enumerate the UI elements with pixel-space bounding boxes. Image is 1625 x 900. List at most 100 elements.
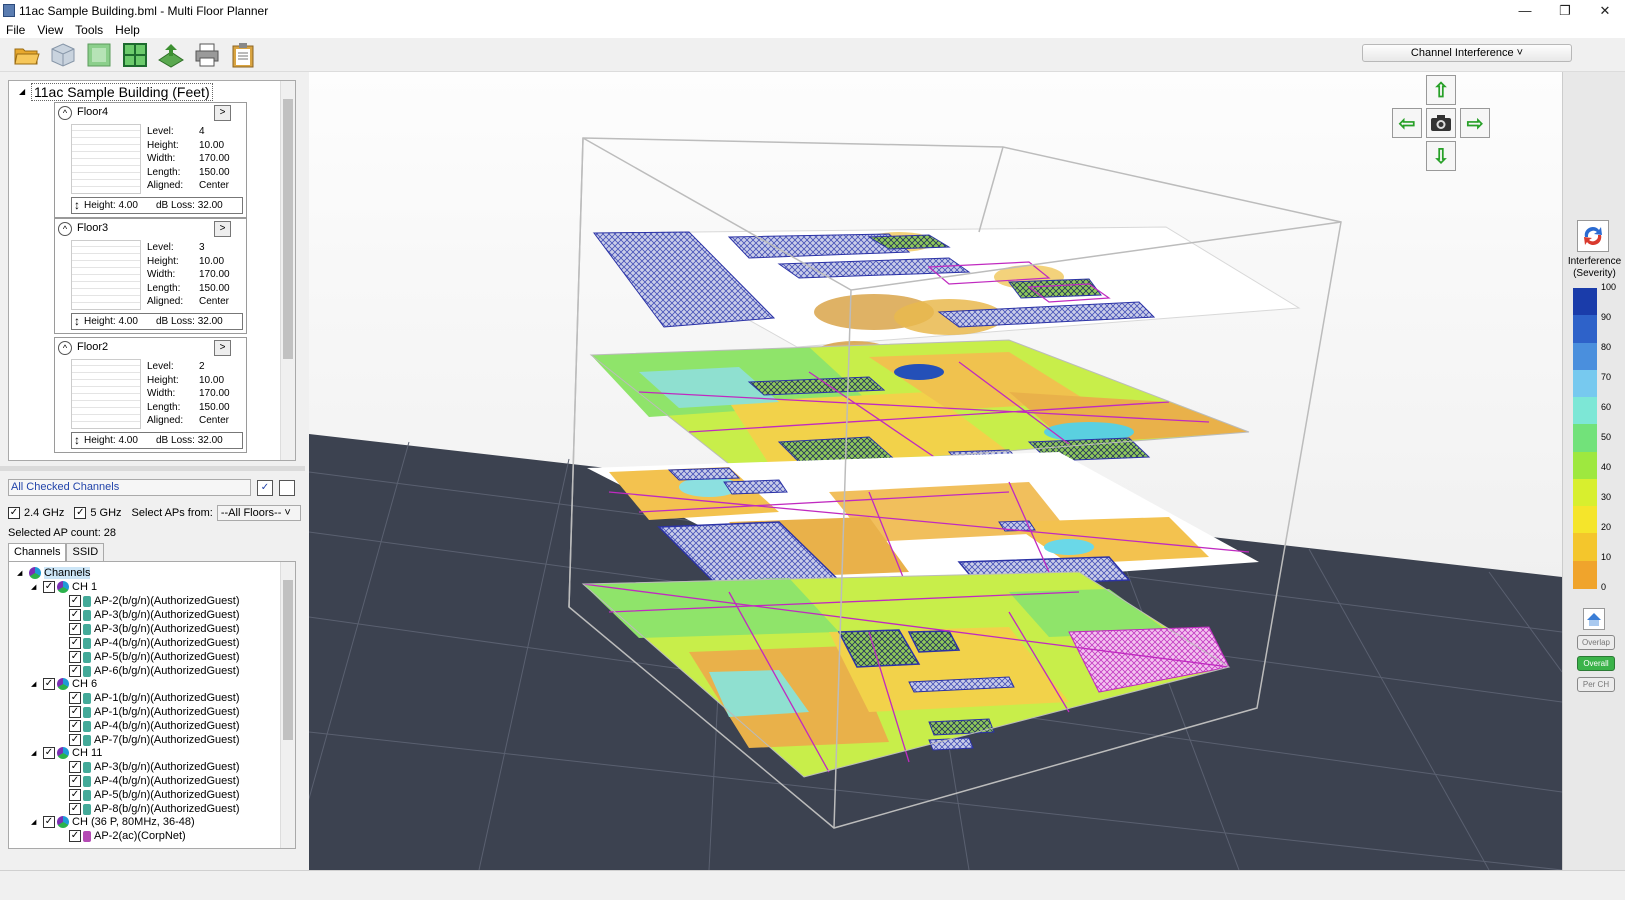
list-item[interactable]: ✓ AP-2(ac)(CorpNet) xyxy=(69,829,186,843)
goto-floor-button[interactable]: > xyxy=(214,221,231,237)
tree-group-ch1[interactable]: ◢ ✓ CH 1 xyxy=(31,580,97,594)
access-point-icon xyxy=(83,761,91,773)
access-point-icon xyxy=(83,637,91,649)
3d-viewport[interactable]: ⇧ ⇦ ⇨ ⇩ xyxy=(309,72,1562,870)
floor-card-floor2[interactable]: ^ Floor2 > Level: 2 Height: 10.00 Width: 17… xyxy=(54,337,247,453)
floor-plan-icon[interactable] xyxy=(84,40,114,70)
list-item[interactable]: ✓ AP-7(b/g/n)(AuthorizedGuest) xyxy=(69,733,240,747)
uncheck-all-button[interactable] xyxy=(279,480,295,496)
list-item[interactable]: ✓ AP-4(b/g/n)(AuthorizedGuest) xyxy=(69,719,240,733)
floor-gap-info[interactable]: ↕ Height: 4.00 dB Loss: 32.00 xyxy=(71,432,243,449)
collapse-caret-icon[interactable]: ◢ xyxy=(19,87,25,96)
floor-thumbnail xyxy=(71,359,141,429)
floor-properties: Level: 3 Height: 10.00 Width: 170.00 Length… xyxy=(147,242,230,308)
collapse-icon[interactable]: ^ xyxy=(58,341,72,355)
list-item[interactable]: ✓ AP-3(b/g/n)(AuthorizedGuest) xyxy=(69,608,240,622)
list-item[interactable]: ✓ AP-4(b/g/n)(AuthorizedGuest) xyxy=(69,774,240,788)
list-item[interactable]: ✓ AP-6(b/g/n)(AuthorizedGuest) xyxy=(69,664,240,678)
home-view-icon[interactable] xyxy=(1583,608,1605,630)
access-point-icon xyxy=(83,609,91,621)
pan-right-button[interactable]: ⇨ xyxy=(1460,108,1490,138)
collapse-icon[interactable]: ^ xyxy=(58,222,72,236)
building-title[interactable]: 11ac Sample Building (Feet) xyxy=(31,83,213,101)
clipboard-icon[interactable] xyxy=(228,40,258,70)
per-channel-button[interactable]: Per CH xyxy=(1577,677,1615,692)
floor-thumbnail xyxy=(71,124,141,194)
channel-icon xyxy=(57,816,69,828)
pan-left-button[interactable]: ⇦ xyxy=(1392,108,1422,138)
restore-button[interactable]: ❐ xyxy=(1545,0,1585,21)
close-button[interactable]: ✕ xyxy=(1585,0,1625,21)
print-icon[interactable] xyxy=(192,40,222,70)
floor-gap-info[interactable]: ↕ Height: 4.00 dB Loss: 32.00 xyxy=(71,313,243,330)
collapse-icon[interactable]: ^ xyxy=(58,106,72,120)
pan-down-button[interactable]: ⇩ xyxy=(1426,141,1456,171)
pan-up-button[interactable]: ⇧ xyxy=(1426,75,1456,105)
floor-card-floor3[interactable]: ^ Floor3 > Level: 3 Height: 10.00 Width: 17… xyxy=(54,218,247,334)
grid-layout-icon[interactable] xyxy=(120,40,150,70)
list-item[interactable]: ✓ AP-5(b/g/n)(AuthorizedGuest) xyxy=(69,650,240,664)
channel-filter-field[interactable]: All Checked Channels xyxy=(8,479,251,496)
tree-group-ch11[interactable]: ◢ ✓ CH 11 xyxy=(31,746,102,760)
list-item[interactable]: ✓ AP-8(b/g/n)(AuthorizedGuest) xyxy=(69,802,240,816)
tree-group-ch36[interactable]: ◢ ✓ CH (36 P, 80MHz, 36-48) xyxy=(31,815,195,829)
tab-strip: Channels SSID xyxy=(8,543,105,561)
floor-card-floor4[interactable]: ^ Floor4 > Level: 4 Height: 10.00 Width: 17… xyxy=(54,102,247,218)
camera-icon[interactable] xyxy=(1426,108,1456,138)
tree-group-ch6[interactable]: ◢ ✓ CH 6 xyxy=(31,677,97,691)
menu-bar: File View Tools Help xyxy=(0,21,1625,38)
goto-floor-button[interactable]: > xyxy=(214,105,231,121)
band-filter-row: ✓ 2.4 GHz ✓ 5 GHz Select APs from: --All… xyxy=(8,505,301,521)
menu-view[interactable]: View xyxy=(31,23,69,37)
channel-icon xyxy=(57,678,69,690)
vertical-arrow-icon: ↕ xyxy=(74,433,80,447)
view-mode-dropdown[interactable]: Channel Interference ˅ xyxy=(1362,44,1572,62)
status-bar xyxy=(0,870,1625,900)
floor-tree-scrollbar[interactable] xyxy=(280,81,295,460)
list-item[interactable]: ✓ AP-4(b/g/n)(AuthorizedGuest) xyxy=(69,636,240,650)
legend-swatch xyxy=(1573,506,1597,535)
export-icon[interactable] xyxy=(156,40,186,70)
band-5-checkbox[interactable]: ✓ xyxy=(74,507,87,519)
legend-swatch xyxy=(1573,342,1597,371)
floor-tree-panel: ◢ 11ac Sample Building (Feet) ^ Floor4 >… xyxy=(8,80,296,461)
band-5-label: 5 GHz xyxy=(90,507,122,519)
access-point-icon xyxy=(83,706,91,718)
menu-help[interactable]: Help xyxy=(109,23,146,37)
select-aps-dropdown[interactable]: --All Floors-- ˅ xyxy=(216,505,301,521)
tree-root[interactable]: ◢ Channels xyxy=(17,566,91,580)
floor-properties: Level: 4 Height: 10.00 Width: 170.00 Length… xyxy=(147,126,230,192)
overlap-button[interactable]: Overlap xyxy=(1577,635,1615,650)
channel-tree-scrollbar[interactable] xyxy=(280,562,295,848)
access-point-icon xyxy=(83,665,91,677)
cube-3d-icon[interactable] xyxy=(48,40,78,70)
tab-ssid[interactable]: SSID xyxy=(66,543,105,561)
app-icon xyxy=(3,4,15,17)
access-point-icon xyxy=(83,830,91,842)
tab-channels[interactable]: Channels xyxy=(8,543,67,561)
access-point-icon xyxy=(83,734,91,746)
menu-tools[interactable]: Tools xyxy=(69,23,109,37)
list-item[interactable]: ✓ AP-2(b/g/n)(AuthorizedGuest) xyxy=(69,594,240,608)
menu-file[interactable]: File xyxy=(0,23,31,37)
legend-swatch xyxy=(1573,560,1597,589)
floor-gap-info[interactable]: ↕ Height: 4.00 dB Loss: 32.00 xyxy=(71,197,243,214)
list-item[interactable]: ✓ AP-3(b/g/n)(AuthorizedGuest) xyxy=(69,622,240,636)
band-24-checkbox[interactable]: ✓ xyxy=(8,507,20,519)
list-item[interactable]: ✓ AP-3(b/g/n)(AuthorizedGuest) xyxy=(69,760,240,774)
overall-button[interactable]: Overall xyxy=(1577,656,1615,671)
goto-floor-button[interactable]: > xyxy=(214,340,231,356)
minimize-button[interactable]: — xyxy=(1505,0,1545,21)
access-point-icon xyxy=(83,720,91,732)
legend-title: Interference (Severity) xyxy=(1567,256,1622,279)
open-folder-icon[interactable] xyxy=(12,40,42,70)
legend-tick-label: 90 xyxy=(1601,312,1612,322)
list-item[interactable]: ✓ AP-1(b/g/n)(AuthorizedGuest) xyxy=(69,705,240,719)
access-point-icon xyxy=(83,692,91,704)
floor-properties: Level: 2 Height: 10.00 Width: 170.00 Length… xyxy=(147,361,230,427)
refresh-icon[interactable] xyxy=(1577,220,1609,252)
panel-splitter[interactable] xyxy=(0,466,305,471)
list-item[interactable]: ✓ AP-5(b/g/n)(AuthorizedGuest) xyxy=(69,788,240,802)
list-item[interactable]: ✓ AP-1(b/g/n)(AuthorizedGuest) xyxy=(69,691,240,705)
check-all-button[interactable]: ✓ xyxy=(257,480,273,496)
